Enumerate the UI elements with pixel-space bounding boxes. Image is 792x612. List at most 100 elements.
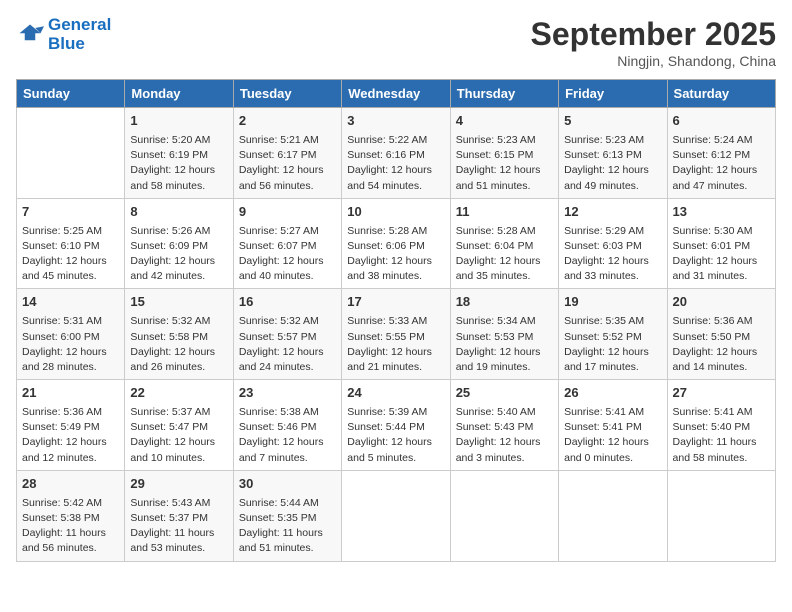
day-number: 7 xyxy=(22,203,119,222)
calendar-cell xyxy=(342,470,450,561)
calendar-cell: 6 Sunrise: 5:24 AMSunset: 6:12 PMDaylight… xyxy=(667,108,775,199)
calendar-cell: 10 Sunrise: 5:28 AMSunset: 6:06 PMDayligh… xyxy=(342,198,450,289)
calendar-cell: 23 Sunrise: 5:38 AMSunset: 5:46 PMDayligh… xyxy=(233,380,341,471)
day-info: Sunrise: 5:32 AMSunset: 5:57 PMDaylight:… xyxy=(239,314,336,375)
calendar-week-row: 21Sunrise: 5:36 AMSunset: 5:49 PMDayligh… xyxy=(17,380,776,471)
calendar-cell: 2Sunrise: 5:21 AMSunset: 6:17 PMDaylight… xyxy=(233,108,341,199)
day-info: Sunrise: 5:35 AMSunset: 5:52 PMDaylight:… xyxy=(564,314,661,375)
calendar-cell: 18 Sunrise: 5:34 AMSunset: 5:53 PMDayligh… xyxy=(450,289,558,380)
weekday-header-row: SundayMondayTuesdayWednesdayThursdayFrid… xyxy=(17,80,776,108)
calendar-cell: 25 Sunrise: 5:40 AMSunset: 5:43 PMDayligh… xyxy=(450,380,558,471)
day-number: 23 xyxy=(239,384,336,403)
day-number: 11 xyxy=(456,203,553,222)
day-info: Sunrise: 5:37 AMSunset: 5:47 PMDaylight:… xyxy=(130,405,227,466)
day-number: 18 xyxy=(456,293,553,312)
day-info: Sunrise: 5:22 AMSunset: 6:16 PMDaylight:… xyxy=(347,133,444,194)
day-number: 19 xyxy=(564,293,661,312)
logo-icon xyxy=(16,21,44,49)
calendar-cell: 20 Sunrise: 5:36 AMSunset: 5:50 PMDayligh… xyxy=(667,289,775,380)
day-number: 10 xyxy=(347,203,444,222)
day-number: 4 xyxy=(456,112,553,131)
day-info: Sunrise: 5:27 AMSunset: 6:07 PMDaylight:… xyxy=(239,224,336,285)
calendar-cell: 16 Sunrise: 5:32 AMSunset: 5:57 PMDayligh… xyxy=(233,289,341,380)
calendar-cell: 8Sunrise: 5:26 AMSunset: 6:09 PMDaylight… xyxy=(125,198,233,289)
month-title: September 2025 xyxy=(531,16,776,53)
day-info: Sunrise: 5:28 AMSunset: 6:04 PMDaylight:… xyxy=(456,224,553,285)
day-number: 29 xyxy=(130,475,227,494)
day-number: 1 xyxy=(130,112,227,131)
logo: General Blue xyxy=(16,16,111,53)
day-number: 6 xyxy=(673,112,770,131)
day-info: Sunrise: 5:34 AMSunset: 5:53 PMDaylight:… xyxy=(456,314,553,375)
day-info: Sunrise: 5:23 AMSunset: 6:13 PMDaylight:… xyxy=(564,133,661,194)
day-info: Sunrise: 5:36 AMSunset: 5:50 PMDaylight:… xyxy=(673,314,770,375)
day-info: Sunrise: 5:44 AMSunset: 5:35 PMDaylight:… xyxy=(239,496,336,557)
day-number: 27 xyxy=(673,384,770,403)
day-number: 25 xyxy=(456,384,553,403)
calendar-cell: 17 Sunrise: 5:33 AMSunset: 5:55 PMDayligh… xyxy=(342,289,450,380)
day-info: Sunrise: 5:26 AMSunset: 6:09 PMDaylight:… xyxy=(130,224,227,285)
day-number: 2 xyxy=(239,112,336,131)
day-info: Sunrise: 5:31 AMSunset: 6:00 PMDaylight:… xyxy=(22,314,119,375)
calendar-cell xyxy=(17,108,125,199)
calendar-cell: 1 Sunrise: 5:20 AMSunset: 6:19 PMDaylight… xyxy=(125,108,233,199)
day-number: 20 xyxy=(673,293,770,312)
calendar-cell: 27Sunrise: 5:41 AMSunset: 5:40 PMDayligh… xyxy=(667,380,775,471)
calendar-cell: 5 Sunrise: 5:23 AMSunset: 6:13 PMDaylight… xyxy=(559,108,667,199)
calendar-cell: 21Sunrise: 5:36 AMSunset: 5:49 PMDayligh… xyxy=(17,380,125,471)
weekday-header-wednesday: Wednesday xyxy=(342,80,450,108)
day-number: 17 xyxy=(347,293,444,312)
weekday-header-sunday: Sunday xyxy=(17,80,125,108)
day-number: 13 xyxy=(673,203,770,222)
day-info: Sunrise: 5:36 AMSunset: 5:49 PMDaylight:… xyxy=(22,405,119,466)
day-info: Sunrise: 5:40 AMSunset: 5:43 PMDaylight:… xyxy=(456,405,553,466)
day-number: 3 xyxy=(347,112,444,131)
calendar-cell: 22Sunrise: 5:37 AMSunset: 5:47 PMDayligh… xyxy=(125,380,233,471)
calendar-cell: 29Sunrise: 5:43 AMSunset: 5:37 PMDayligh… xyxy=(125,470,233,561)
weekday-header-tuesday: Tuesday xyxy=(233,80,341,108)
calendar-cell: 19 Sunrise: 5:35 AMSunset: 5:52 PMDayligh… xyxy=(559,289,667,380)
day-info: Sunrise: 5:42 AMSunset: 5:38 PMDaylight:… xyxy=(22,496,119,557)
day-info: Sunrise: 5:25 AMSunset: 6:10 PMDaylight:… xyxy=(22,224,119,285)
day-number: 9 xyxy=(239,203,336,222)
calendar-cell: 3 Sunrise: 5:22 AMSunset: 6:16 PMDaylight… xyxy=(342,108,450,199)
weekday-header-thursday: Thursday xyxy=(450,80,558,108)
day-info: Sunrise: 5:24 AMSunset: 6:12 PMDaylight:… xyxy=(673,133,770,194)
calendar-cell: 13 Sunrise: 5:30 AMSunset: 6:01 PMDayligh… xyxy=(667,198,775,289)
calendar-cell: 14 Sunrise: 5:31 AMSunset: 6:00 PMDayligh… xyxy=(17,289,125,380)
day-info: Sunrise: 5:39 AMSunset: 5:44 PMDaylight:… xyxy=(347,405,444,466)
day-info: Sunrise: 5:38 AMSunset: 5:46 PMDaylight:… xyxy=(239,405,336,466)
calendar-cell xyxy=(450,470,558,561)
location: Ningjin, Shandong, China xyxy=(531,53,776,69)
calendar-cell: 9 Sunrise: 5:27 AMSunset: 6:07 PMDaylight… xyxy=(233,198,341,289)
calendar-cell: 7 Sunrise: 5:25 AMSunset: 6:10 PMDaylight… xyxy=(17,198,125,289)
calendar-cell: 15Sunrise: 5:32 AMSunset: 5:58 PMDayligh… xyxy=(125,289,233,380)
logo-text-line1: General xyxy=(48,16,111,35)
weekday-header-friday: Friday xyxy=(559,80,667,108)
day-info: Sunrise: 5:33 AMSunset: 5:55 PMDaylight:… xyxy=(347,314,444,375)
logo-text-line2: Blue xyxy=(48,35,111,54)
calendar-cell: 26 Sunrise: 5:41 AMSunset: 5:41 PMDayligh… xyxy=(559,380,667,471)
calendar-cell: 24 Sunrise: 5:39 AMSunset: 5:44 PMDayligh… xyxy=(342,380,450,471)
day-number: 30 xyxy=(239,475,336,494)
page-header: General Blue September 2025 Ningjin, Sha… xyxy=(16,16,776,69)
day-info: Sunrise: 5:28 AMSunset: 6:06 PMDaylight:… xyxy=(347,224,444,285)
calendar-cell: 28Sunrise: 5:42 AMSunset: 5:38 PMDayligh… xyxy=(17,470,125,561)
day-info: Sunrise: 5:41 AMSunset: 5:41 PMDaylight:… xyxy=(564,405,661,466)
day-number: 26 xyxy=(564,384,661,403)
title-block: September 2025 Ningjin, Shandong, China xyxy=(531,16,776,69)
calendar-week-row: 28Sunrise: 5:42 AMSunset: 5:38 PMDayligh… xyxy=(17,470,776,561)
calendar-cell xyxy=(559,470,667,561)
day-number: 5 xyxy=(564,112,661,131)
day-info: Sunrise: 5:20 AMSunset: 6:19 PMDaylight:… xyxy=(130,133,227,194)
day-number: 12 xyxy=(564,203,661,222)
calendar-week-row: 1 Sunrise: 5:20 AMSunset: 6:19 PMDaylight… xyxy=(17,108,776,199)
day-number: 14 xyxy=(22,293,119,312)
calendar-cell xyxy=(667,470,775,561)
day-number: 16 xyxy=(239,293,336,312)
day-info: Sunrise: 5:30 AMSunset: 6:01 PMDaylight:… xyxy=(673,224,770,285)
day-info: Sunrise: 5:29 AMSunset: 6:03 PMDaylight:… xyxy=(564,224,661,285)
calendar-week-row: 7 Sunrise: 5:25 AMSunset: 6:10 PMDaylight… xyxy=(17,198,776,289)
calendar-cell: 4Sunrise: 5:23 AMSunset: 6:15 PMDaylight… xyxy=(450,108,558,199)
day-number: 24 xyxy=(347,384,444,403)
